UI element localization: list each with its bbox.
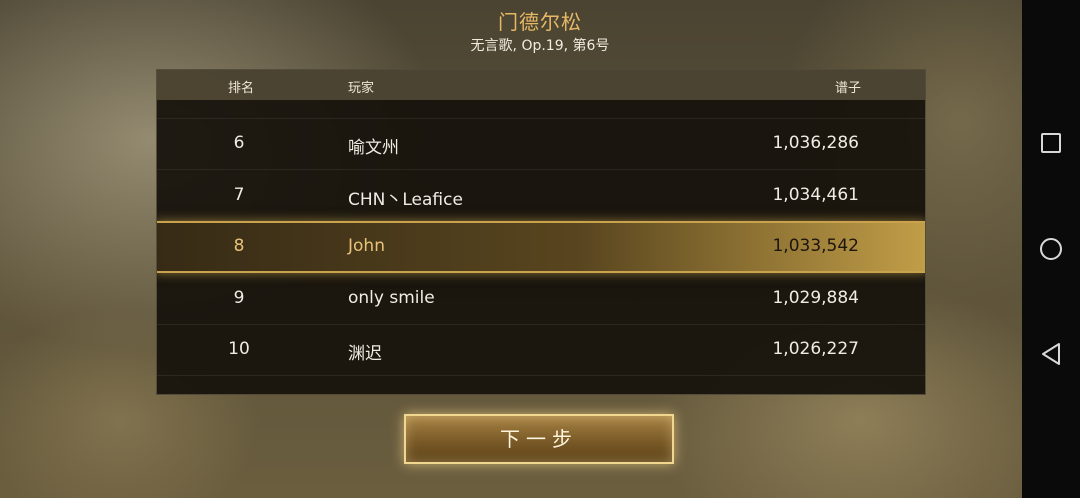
score-cell: 1,026,227 bbox=[772, 339, 859, 359]
rank-cell: 8 bbox=[233, 236, 245, 256]
piece-subtitle: 无言歌, Op.19, 第6号 bbox=[470, 38, 610, 54]
table-row-partial-bottom bbox=[157, 376, 925, 394]
home-circle-icon bbox=[1040, 238, 1062, 260]
leaderboard-header: 排名 玩家 谱子 bbox=[157, 70, 925, 100]
player-cell: only smile bbox=[348, 288, 435, 308]
recent-apps-square-icon bbox=[1041, 133, 1061, 153]
score-cell: 1,036,286 bbox=[772, 133, 859, 153]
rank-cell: 7 bbox=[233, 185, 245, 205]
system-navigation-bar bbox=[1022, 0, 1080, 498]
song-header: 门德尔松 无言歌, Op.19, 第6号 bbox=[0, 8, 1080, 56]
player-column-header: 玩家 bbox=[348, 81, 375, 96]
game-area: 门德尔松 无言歌, Op.19, 第6号 排名 玩家 谱子 6 喻文州 1,03… bbox=[0, 0, 1022, 498]
score-column-header: 谱子 bbox=[834, 81, 861, 96]
player-cell: CHN丶Leafice bbox=[348, 190, 463, 210]
next-step-button[interactable]: 下一步 bbox=[404, 414, 674, 464]
rank-column-header: 排名 bbox=[227, 81, 254, 96]
table-row[interactable]: 9 only smile 1,029,884 bbox=[157, 273, 925, 325]
score-cell: 1,029,884 bbox=[772, 288, 859, 308]
table-row[interactable]: 7 CHN丶Leafice 1,034,461 bbox=[157, 170, 925, 222]
score-cell: 1,033,542 bbox=[772, 236, 859, 256]
back-button[interactable] bbox=[1022, 334, 1080, 374]
table-row-current-player[interactable]: 8 John 1,033,542 bbox=[157, 221, 925, 273]
leaderboard-panel[interactable]: 排名 玩家 谱子 6 喻文州 1,036,286 7 CHN丶Leafice 1… bbox=[156, 69, 926, 395]
player-cell: John bbox=[348, 236, 385, 256]
home-button[interactable] bbox=[1022, 229, 1080, 269]
table-row[interactable]: 6 喻文州 1,036,286 bbox=[157, 118, 925, 170]
rank-cell: 6 bbox=[233, 133, 245, 153]
back-triangle-icon bbox=[1042, 343, 1060, 365]
rank-cell: 9 bbox=[233, 288, 245, 308]
rank-cell: 10 bbox=[228, 339, 250, 359]
recent-apps-button[interactable] bbox=[1022, 123, 1080, 163]
composer-title: 门德尔松 bbox=[498, 10, 582, 34]
player-cell: 喻文州 bbox=[348, 138, 399, 158]
game-screen: 门德尔松 无言歌, Op.19, 第6号 排名 玩家 谱子 6 喻文州 1,03… bbox=[0, 0, 1080, 498]
table-row[interactable]: 10 渊迟 1,026,227 bbox=[157, 324, 925, 376]
player-cell: 渊迟 bbox=[348, 344, 382, 364]
score-cell: 1,034,461 bbox=[772, 185, 859, 205]
